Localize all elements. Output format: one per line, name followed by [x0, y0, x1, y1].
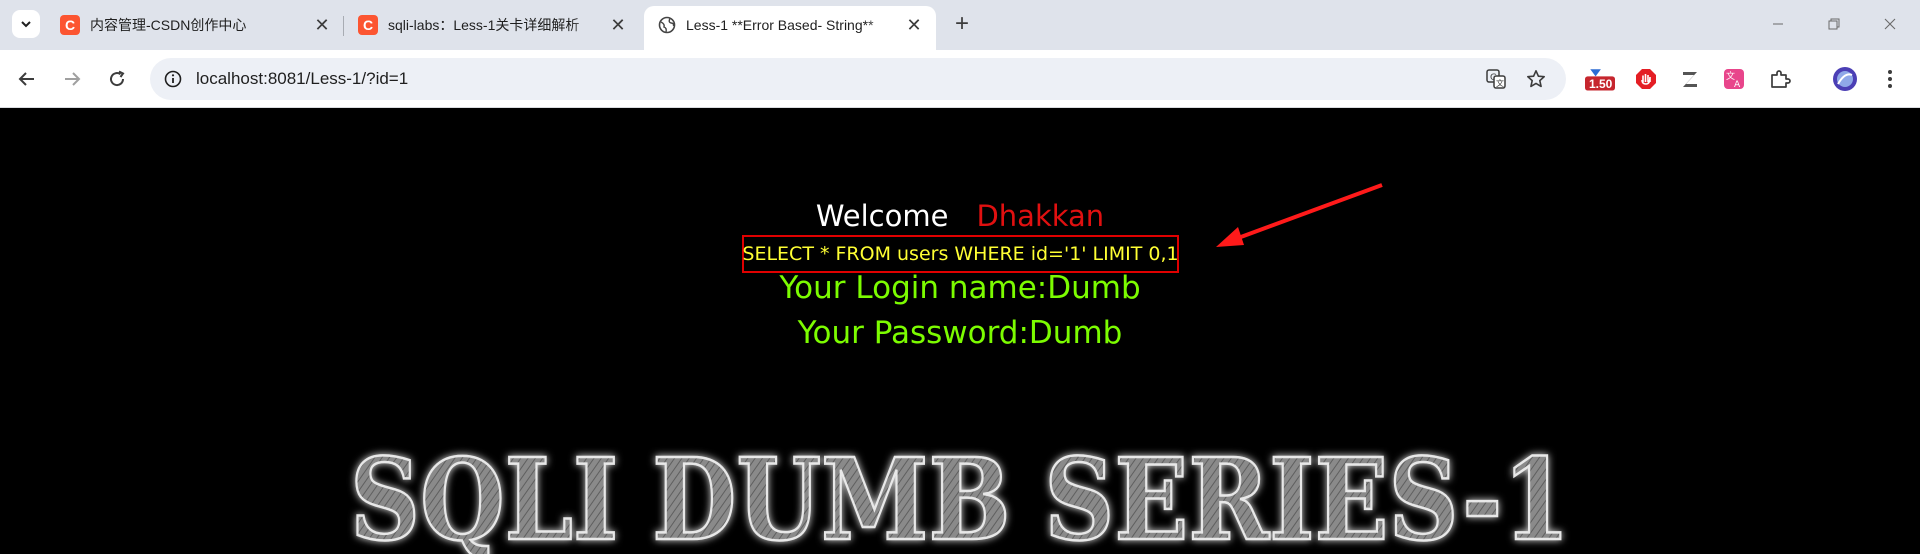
close-icon[interactable]: ✕: [312, 15, 332, 35]
svg-text:文: 文: [1496, 78, 1504, 88]
chevron-down-icon: [21, 21, 31, 28]
minimize-icon: [1773, 23, 1783, 25]
adblock-icon[interactable]: [1631, 64, 1661, 94]
bookmark-star-icon[interactable]: [1525, 68, 1547, 90]
back-button[interactable]: [10, 62, 44, 96]
new-tab-button[interactable]: +: [950, 10, 974, 37]
site-info-icon[interactable]: [162, 68, 184, 90]
sql-query-text: SELECT * FROM users WHERE id='1' LIMIT 0…: [742, 243, 1179, 265]
username-highlight: Dhakkan: [976, 199, 1105, 233]
svg-text:A: A: [1734, 80, 1741, 90]
back-arrow-icon: [18, 72, 34, 86]
translate-icon[interactable]: G文: [1485, 68, 1507, 90]
welcome-line: Welcome Dhakkan: [0, 199, 1920, 233]
sql-query-annotation-box: SELECT * FROM users WHERE id='1' LIMIT 0…: [742, 235, 1179, 273]
tab-search-button[interactable]: [12, 10, 40, 38]
tab-title: 内容管理-CSDN创作中心: [90, 17, 247, 33]
url-text[interactable]: localhost:8081/Less-1/?id=1: [196, 69, 408, 89]
profile-avatar[interactable]: [1830, 64, 1860, 94]
close-icon[interactable]: ✕: [608, 15, 628, 35]
translator-extension-icon[interactable]: 文A: [1719, 64, 1749, 94]
minimize-button[interactable]: [1750, 0, 1806, 48]
extensions-puzzle-icon[interactable]: [1765, 64, 1795, 94]
close-window-button[interactable]: [1862, 0, 1918, 48]
csdn-c-icon: C: [60, 15, 80, 35]
zotero-icon[interactable]: [1675, 64, 1705, 94]
browser-toolbar: localhost:8081/Less-1/?id=1 G文 1.50 文A: [0, 50, 1920, 108]
login-name-result: Your Login name:Dumb: [779, 270, 1141, 306]
welcome-text: Welcome: [815, 199, 949, 233]
address-bar[interactable]: localhost:8081/Less-1/?id=1 G文: [150, 58, 1566, 100]
tab-sqli-labs-article[interactable]: C sqli-labs：Less-1关卡详细解析 ✕: [344, 6, 640, 44]
tab-title: Less-1 **Error Based- String**: [686, 17, 874, 33]
restore-button[interactable]: [1806, 0, 1862, 48]
csdn-c-icon: C: [358, 15, 378, 35]
extension-badge-text: 1.50: [1589, 77, 1613, 91]
reload-button[interactable]: [100, 62, 134, 96]
sqli-dumb-series-banner: SQLI DUMB SERIES-1: [349, 434, 1572, 554]
extension-badge-icon[interactable]: 1.50: [1585, 64, 1615, 94]
annotation-arrow-icon: [1216, 183, 1383, 247]
forward-button[interactable]: [55, 62, 89, 96]
page-content: Welcome Dhakkan SELECT * FROM users WHERE…: [0, 109, 1920, 554]
tab-strip: C 内容管理-CSDN创作中心 ✕ C sqli-labs：Less-1关卡详细…: [0, 0, 1920, 50]
restore-icon: [1828, 18, 1840, 30]
menu-kebab-icon[interactable]: [1875, 64, 1905, 94]
close-icon: [1884, 18, 1896, 30]
globe-icon: [658, 16, 676, 34]
banner-text: SQLI DUMB SERIES-1: [350, 435, 1570, 554]
password-result: Your Password:Dumb: [797, 315, 1123, 351]
tab-csdn-content[interactable]: C 内容管理-CSDN创作中心 ✕: [46, 6, 344, 44]
tab-title: sqli-labs：Less-1关卡详细解析: [388, 17, 580, 33]
forward-arrow-icon: [65, 72, 81, 86]
tab-less-1-active[interactable]: Less-1 **Error Based- String** ✕: [644, 6, 936, 50]
reload-icon: [110, 70, 125, 87]
close-icon[interactable]: ✕: [904, 15, 924, 35]
